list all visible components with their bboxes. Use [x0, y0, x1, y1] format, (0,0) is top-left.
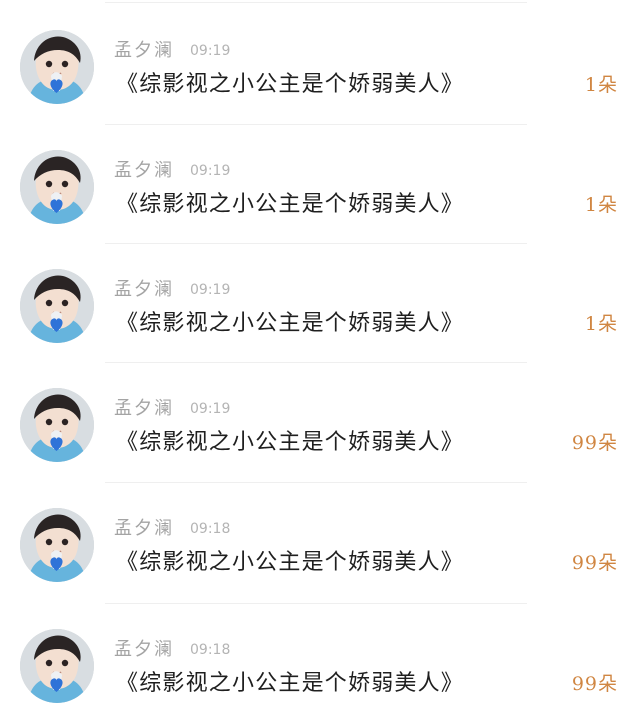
child-avatar-icon: [20, 508, 94, 582]
child-avatar-icon: [20, 269, 94, 343]
avatar[interactable]: [20, 30, 94, 104]
username[interactable]: 孟夕澜: [114, 398, 174, 420]
message-text: 《综影视之小公主是个娇弱美人》: [116, 192, 465, 217]
avatar[interactable]: [20, 388, 94, 462]
feed-item[interactable]: 孟夕澜 09:19 《综影视之小公主是个娇弱美人》 1朵: [0, 124, 640, 243]
message-text: 《综影视之小公主是个娇弱美人》: [116, 72, 465, 97]
feed-item[interactable]: 孟夕澜 09:19 《综影视之小公主是个娇弱美人》 99朵: [0, 362, 640, 481]
post-time: 09:19: [190, 282, 231, 298]
gift-count: 1朵: [584, 194, 618, 216]
username[interactable]: 孟夕澜: [114, 40, 174, 62]
post-time: 09:19: [190, 43, 231, 59]
message-text: 《综影视之小公主是个娇弱美人》: [116, 671, 465, 696]
username[interactable]: 孟夕澜: [114, 160, 174, 182]
gift-count: 99朵: [571, 552, 618, 574]
gift-count: 99朵: [571, 432, 618, 454]
post-time: 09:18: [190, 642, 231, 658]
username[interactable]: 孟夕澜: [114, 279, 174, 301]
gift-count: 1朵: [584, 313, 618, 335]
username[interactable]: 孟夕澜: [114, 639, 174, 661]
message-text: 《综影视之小公主是个娇弱美人》: [116, 430, 465, 455]
post-time: 09:19: [190, 163, 231, 179]
gift-count: 99朵: [571, 673, 618, 695]
feed-item[interactable]: 孟夕澜 09:19 《综影视之小公主是个娇弱美人》 1朵: [0, 4, 640, 123]
child-avatar-icon: [20, 150, 94, 224]
avatar[interactable]: [20, 150, 94, 224]
message-text: 《综影视之小公主是个娇弱美人》: [116, 311, 465, 336]
child-avatar-icon: [20, 388, 94, 462]
username[interactable]: 孟夕澜: [114, 518, 174, 540]
child-avatar-icon: [20, 629, 94, 703]
feed-item[interactable]: 孟夕澜 09:18 《综影视之小公主是个娇弱美人》 99朵: [0, 603, 640, 722]
avatar[interactable]: [20, 269, 94, 343]
message-text: 《综影视之小公主是个娇弱美人》: [116, 550, 465, 575]
feed-top-divider: [105, 2, 527, 3]
gift-feed-list: 孟夕澜 09:19 《综影视之小公主是个娇弱美人》 1朵 孟夕澜 09:19 《…: [0, 0, 640, 724]
feed-item[interactable]: 孟夕澜 09:19 《综影视之小公主是个娇弱美人》 1朵: [0, 243, 640, 362]
post-time: 09:19: [190, 401, 231, 417]
feed-item[interactable]: 孟夕澜 09:18 《综影视之小公主是个娇弱美人》 99朵: [0, 482, 640, 601]
avatar[interactable]: [20, 508, 94, 582]
post-time: 09:18: [190, 521, 231, 537]
gift-feed-page: 孟夕澜 09:19 《综影视之小公主是个娇弱美人》 1朵 孟夕澜 09:19 《…: [0, 0, 640, 724]
avatar[interactable]: [20, 629, 94, 703]
child-avatar-icon: [20, 30, 94, 104]
gift-count: 1朵: [584, 74, 618, 96]
